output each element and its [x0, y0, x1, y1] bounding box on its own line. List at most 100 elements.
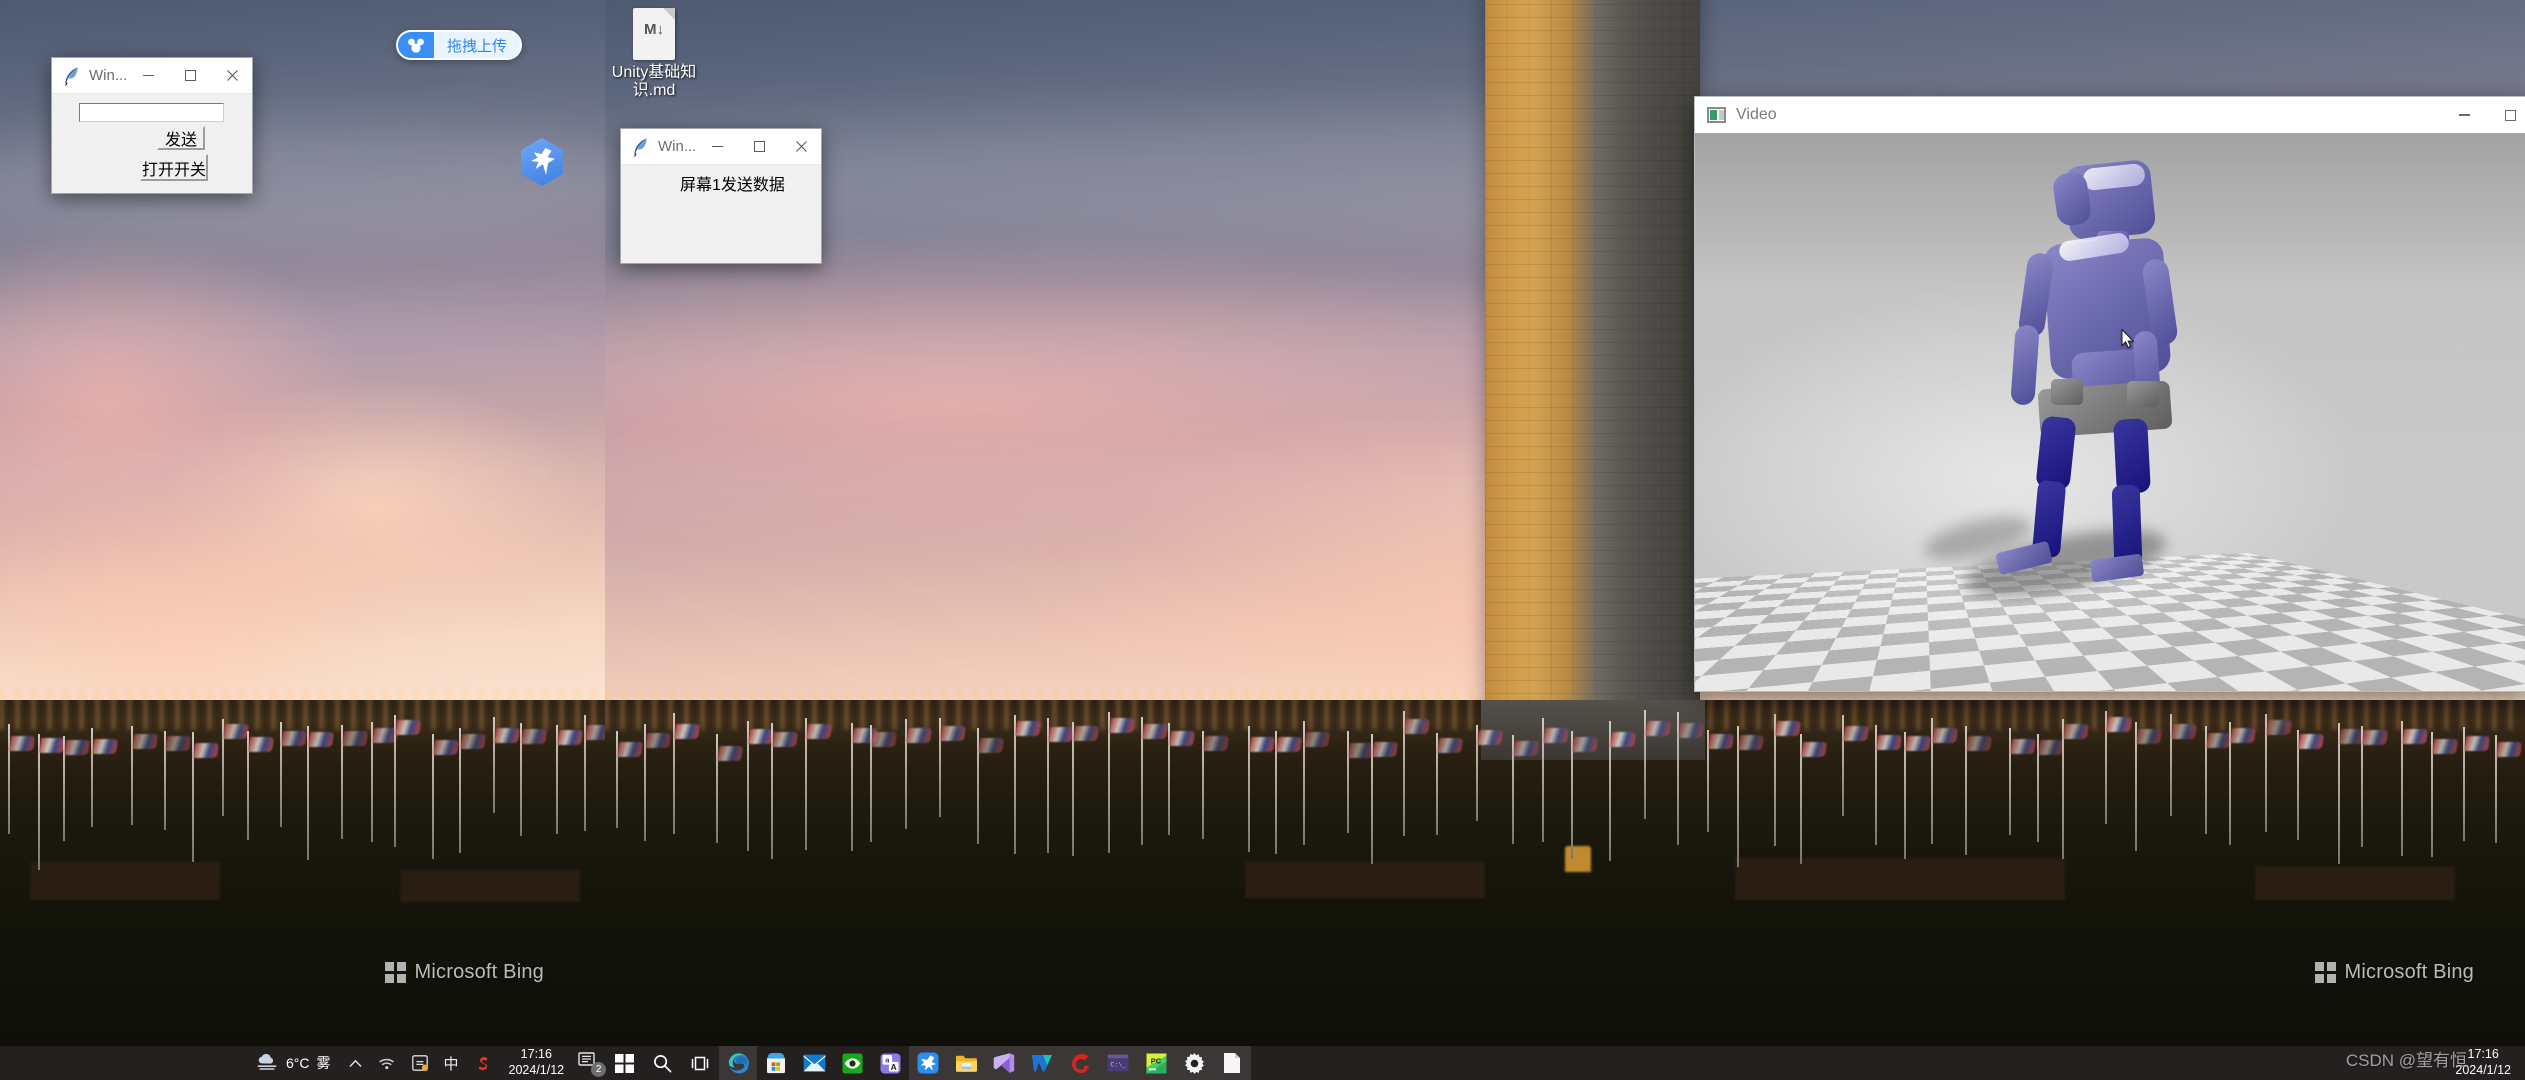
flag-row — [605, 686, 2525, 856]
flag-cloth — [2106, 717, 2132, 732]
flag-pole — [1072, 722, 1074, 856]
markdown-file-glyph: M↓ — [633, 21, 675, 38]
microsoft-store-button[interactable] — [757, 1046, 795, 1080]
desktop-screen: Microsoft Bing Microsoft Bing M↓ Unity基础… — [0, 0, 2525, 1080]
terminal-app-button[interactable]: C:\_ — [1099, 1046, 1137, 1080]
window-title-bar[interactable]: Win... — [52, 58, 252, 94]
maximize-button[interactable] — [2487, 97, 2525, 133]
building — [400, 870, 580, 902]
sogou-input-icon[interactable] — [467, 1055, 499, 1072]
visual-studio-button[interactable] — [985, 1046, 1023, 1080]
weather-temperature: 6°C — [286, 1055, 310, 1071]
building — [2255, 866, 2455, 900]
minimize-button[interactable] — [127, 58, 169, 93]
cloud-band — [0, 440, 605, 510]
flag-cloth — [1276, 737, 1302, 752]
building — [1245, 862, 1485, 898]
notification-center-button[interactable]: 2 — [578, 1052, 604, 1074]
flag-cloth — [165, 736, 191, 751]
edge-browser-button[interactable] — [719, 1046, 757, 1080]
onedrive-sync-icon[interactable] — [404, 1055, 436, 1071]
flag-cloth — [772, 732, 798, 747]
svg-text:C:\_: C:\_ — [1110, 1062, 1126, 1069]
tkinter-window-receiver[interactable]: Win... 屏幕1发送数据 — [620, 128, 822, 264]
markdown-file-icon: M↓ — [633, 8, 675, 60]
minimize-button[interactable] — [2441, 97, 2487, 133]
minimize-button[interactable] — [696, 129, 738, 164]
network-wifi-icon[interactable] — [370, 1056, 404, 1070]
flag-cloth — [1843, 726, 1869, 741]
eye-care-app-button[interactable] — [833, 1046, 871, 1080]
bing-logo-icon — [385, 962, 406, 983]
window-title-bar[interactable]: Win... — [621, 129, 821, 165]
flag-cloth — [2230, 728, 2256, 743]
bing-logo-icon — [2315, 962, 2336, 983]
translate-app-button[interactable]: a A — [871, 1046, 909, 1080]
tkinter-window-sender[interactable]: Win... 发送 打开开关 — [51, 57, 253, 194]
settings-app-button[interactable] — [1175, 1046, 1213, 1080]
flag-cloth — [1610, 732, 1636, 747]
flag-cloth — [92, 739, 118, 754]
flag-cloth — [1048, 727, 1074, 742]
flag-row — [0, 686, 605, 856]
building — [30, 862, 220, 900]
flag-cloth — [1477, 730, 1503, 745]
close-button[interactable] — [211, 58, 253, 93]
flag-cloth — [1142, 724, 1168, 739]
flag-cloth — [2063, 724, 2089, 739]
ime-chinese-icon[interactable]: 中 — [436, 1053, 467, 1074]
flag-cloth — [1678, 723, 1704, 738]
window-title-label: Win... — [658, 138, 696, 155]
flag-cloth — [1513, 741, 1539, 756]
flag-pole — [616, 731, 618, 828]
taskbar-clock-left[interactable]: 17:16 2024/1/12 — [499, 1047, 575, 1078]
flag-cloth — [460, 734, 486, 749]
message-input[interactable] — [79, 103, 224, 122]
close-button[interactable] — [780, 129, 822, 164]
netdisk-drag-upload-widget[interactable]: 拖拽上传 — [396, 30, 522, 60]
flag-cloth — [1109, 718, 1135, 733]
flag-cloth — [2297, 734, 2323, 749]
gitee-app-button[interactable] — [1061, 1046, 1099, 1080]
weather-widget[interactable]: 6°C 雾 — [245, 1053, 341, 1074]
flag-pole — [2338, 723, 2340, 864]
weather-condition: 雾 — [317, 1053, 331, 1073]
simulation-viewport[interactable] — [1695, 133, 2525, 691]
start-button[interactable] — [605, 1046, 643, 1080]
flag-cloth — [1169, 731, 1195, 746]
flag-cloth — [2038, 740, 2064, 755]
show-hidden-icons-button[interactable] — [341, 1059, 370, 1068]
desktop-icon-markdown-file[interactable]: M↓ Unity基础知识.md — [608, 8, 700, 101]
maximize-button[interactable] — [738, 129, 780, 164]
flag-cloth — [1905, 736, 1931, 751]
file-explorer-button[interactable] — [947, 1046, 985, 1080]
flag-cloth — [1876, 735, 1902, 750]
video-simulation-window[interactable]: Video — [1694, 96, 2525, 692]
notepad-app-button[interactable] — [1213, 1046, 1251, 1080]
flag-cloth — [940, 726, 966, 741]
send-button[interactable]: 发送 — [157, 126, 205, 150]
netdisk-upload-label: 拖拽上传 — [434, 35, 520, 56]
toggle-switch-button[interactable]: 打开开关 — [140, 154, 208, 181]
flag-cloth — [2010, 739, 2036, 754]
window-body: 屏幕1发送数据 — [621, 165, 821, 264]
flag-cloth — [1404, 719, 1430, 734]
flag-cloth — [2171, 724, 2197, 739]
desktop-icon-label: Unity基础知识.md — [608, 64, 700, 101]
flag-cloth — [871, 732, 897, 747]
maximize-button[interactable] — [169, 58, 211, 93]
flag-cloth — [192, 743, 218, 758]
search-button[interactable] — [643, 1046, 681, 1080]
flag-cloth — [281, 731, 307, 746]
wps-app-button[interactable] — [1023, 1046, 1061, 1080]
flag-cloth — [1572, 737, 1598, 752]
mail-app-button[interactable] — [795, 1046, 833, 1080]
flag-cloth — [521, 729, 547, 744]
xunlei-app-button[interactable] — [909, 1046, 947, 1080]
flag-cloth — [1932, 728, 1958, 743]
robot-hip-joint-left — [2051, 379, 2083, 405]
task-view-button[interactable] — [681, 1046, 719, 1080]
pycharm-app-button[interactable]: PC — [1137, 1046, 1175, 1080]
flag-pole — [2062, 719, 2064, 859]
window-title-bar[interactable]: Video — [1695, 97, 2525, 133]
